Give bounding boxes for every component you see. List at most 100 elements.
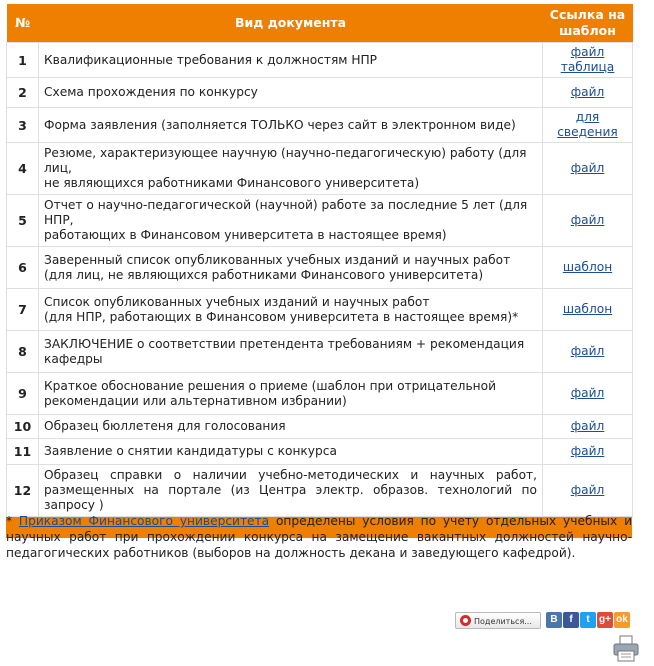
row-number: 9 [6, 372, 39, 415]
row-number: 11 [6, 438, 39, 465]
row-number: 3 [6, 107, 39, 143]
header-doc: Вид документа [38, 4, 543, 43]
row-number: 6 [6, 246, 39, 289]
documents-table: № Вид документа Ссылка на шаблон 1 Квалиф… [6, 4, 633, 517]
row-number: 1 [6, 42, 39, 78]
google-plus-icon[interactable]: g+ [597, 612, 613, 628]
document-text-line: размещенных на портале (из Центра электр… [44, 483, 537, 512]
document-text-line: (для лиц, не являющихся работниками Фина… [44, 267, 484, 282]
row-link-cell: файл [542, 372, 633, 415]
row-link-cell: файл [542, 438, 633, 465]
row-link-cell: шаблон [542, 246, 633, 289]
row-link-cell: файл [542, 464, 633, 517]
template-link[interactable]: файл [545, 419, 630, 434]
footnote-prefix: * [6, 514, 19, 528]
row-document: Резюме, характеризующее научную (научно-… [38, 142, 543, 195]
table-header-row: № Вид документа Ссылка на шаблон [6, 4, 633, 43]
row-document: Квалификационные требования к должностям… [38, 42, 543, 78]
table-row: 1 Квалификационные требования к должностя… [6, 42, 633, 78]
share-label: Поделиться... [474, 617, 532, 626]
row-document: Заявление о снятии кандидатуры с конкурс… [38, 438, 543, 465]
row-document: Краткое обоснование решения о приеме (ша… [38, 372, 543, 415]
row-document: Заверенный список опубликованных учебных… [38, 246, 543, 289]
document-text-line: ЗАКЛЮЧЕНИЕ о соответствии претендента тр… [44, 336, 525, 351]
vkontakte-icon[interactable]: B [546, 612, 562, 628]
template-link[interactable]: шаблон [545, 260, 630, 275]
row-number: 8 [6, 330, 39, 373]
footnote: * Приказом Финансового университета опре… [6, 513, 632, 561]
template-link[interactable]: файл [545, 483, 630, 498]
document-text-line: Образец бюллетеня для голосования [44, 419, 286, 433]
table-row: 6 Заверенный список опубликованных учебны… [6, 246, 633, 289]
document-text-line: (для НПР, работающих в Финансовом универ… [44, 309, 519, 324]
document-text-line: Заявление о снятии кандидатуры с конкурс… [44, 444, 337, 458]
template-link[interactable]: шаблон [545, 302, 630, 317]
row-document: Образец справки о наличии учебно-методич… [38, 464, 543, 517]
share-icon [460, 615, 471, 626]
header-num: № [6, 4, 39, 43]
document-text-line: Квалификационные требования к должностям… [44, 52, 378, 67]
document-text-line: рекомендации или альтернативном избрании… [44, 393, 347, 408]
order-link[interactable]: Приказом Финансового университета [19, 514, 269, 528]
facebook-icon[interactable]: f [563, 612, 579, 628]
table-row: 11 Заявление о снятии кандидатуры с конку… [6, 438, 633, 465]
row-link-cell: файл [542, 414, 633, 439]
row-link-cell: файл [542, 142, 633, 195]
template-link[interactable]: файл [545, 386, 630, 401]
header-link-line2: шаблон [559, 23, 616, 38]
twitter-icon[interactable]: t [580, 612, 596, 628]
template-link[interactable]: для сведения [545, 110, 630, 140]
print-icon[interactable] [613, 635, 639, 663]
documents-section: № Вид документа Ссылка на шаблон 1 Квалиф… [6, 4, 633, 538]
row-document: Список опубликованных учебных изданий и … [38, 288, 543, 331]
header-link: Ссылка на шаблон [542, 4, 633, 43]
document-text-line: Резюме, характеризующее научную (научно-… [44, 146, 527, 175]
row-document: Форма заявления (заполняется ТОЛЬКО чере… [38, 107, 543, 143]
document-text-line: не являющихся работниками Финансового ун… [44, 176, 420, 190]
document-text-line: Отчет о научно-педагогической (научной) … [44, 198, 528, 227]
row-number: 4 [6, 142, 39, 195]
row-document: Отчет о научно-педагогической (научной) … [38, 194, 543, 247]
document-text-line: кафедры [44, 351, 103, 366]
template-link[interactable]: файл [545, 213, 630, 228]
document-text-line: работающих в Финансовом университета в н… [44, 228, 447, 242]
row-document: ЗАКЛЮЧЕНИЕ о соответствии претендента тр… [38, 330, 543, 373]
table-row: 10 Образец бюллетеня для голосования файл [6, 414, 633, 439]
row-link-cell: файл [542, 194, 633, 247]
row-number: 7 [6, 288, 39, 331]
row-number: 12 [6, 464, 39, 517]
document-text-line: Образец справки о наличии учебно-методич… [44, 468, 537, 482]
row-number: 5 [6, 194, 39, 247]
table-row: 9 Краткое обоснование решения о приеме (ш… [6, 372, 633, 415]
row-number: 2 [6, 77, 39, 108]
template-link[interactable]: файл [545, 344, 630, 359]
template-link[interactable]: таблица [545, 60, 630, 75]
row-link-cell: файл [542, 77, 633, 108]
template-link[interactable]: файл [545, 444, 630, 459]
template-link[interactable]: файл [545, 161, 630, 176]
row-link-cell: шаблон [542, 288, 633, 331]
document-text-line: Список опубликованных учебных изданий и … [44, 294, 430, 309]
row-link-cell: для сведения [542, 107, 633, 143]
odnoklassniki-icon[interactable]: ok [614, 612, 630, 628]
row-number: 10 [6, 414, 39, 439]
row-link-cell: файл таблица [542, 42, 633, 78]
row-document: Образец бюллетеня для голосования [38, 414, 543, 439]
table-row: 2 Схема прохождения по конкурсу файл [6, 77, 633, 108]
row-document: Схема прохождения по конкурсу [38, 77, 543, 108]
table-row: 3 Форма заявления (заполняется ТОЛЬКО чер… [6, 107, 633, 143]
document-text-line: Форма заявления (заполняется ТОЛЬКО чере… [44, 117, 516, 132]
table-row: 12 Образец справки о наличии учебно-метод… [6, 464, 633, 517]
table-row: 7 Список опубликованных учебных изданий и… [6, 288, 633, 331]
share-button[interactable]: Поделиться... [455, 612, 541, 629]
table-row: 8 ЗАКЛЮЧЕНИЕ о соответствии претендента т… [6, 330, 633, 373]
template-link[interactable]: файл [545, 85, 630, 100]
document-text-line: Краткое обоснование решения о приеме (ша… [44, 378, 496, 393]
document-text-line: Схема прохождения по конкурсу [44, 85, 258, 99]
row-link-cell: файл [542, 330, 633, 373]
table-row: 4 Резюме, характеризующее научную (научно… [6, 142, 633, 195]
table-row: 5 Отчет о научно-педагогической (научной)… [6, 194, 633, 247]
header-link-line1: Ссылка на [549, 7, 626, 22]
document-text-line: Заверенный список опубликованных учебных… [44, 252, 511, 267]
template-link[interactable]: файл [545, 45, 630, 60]
